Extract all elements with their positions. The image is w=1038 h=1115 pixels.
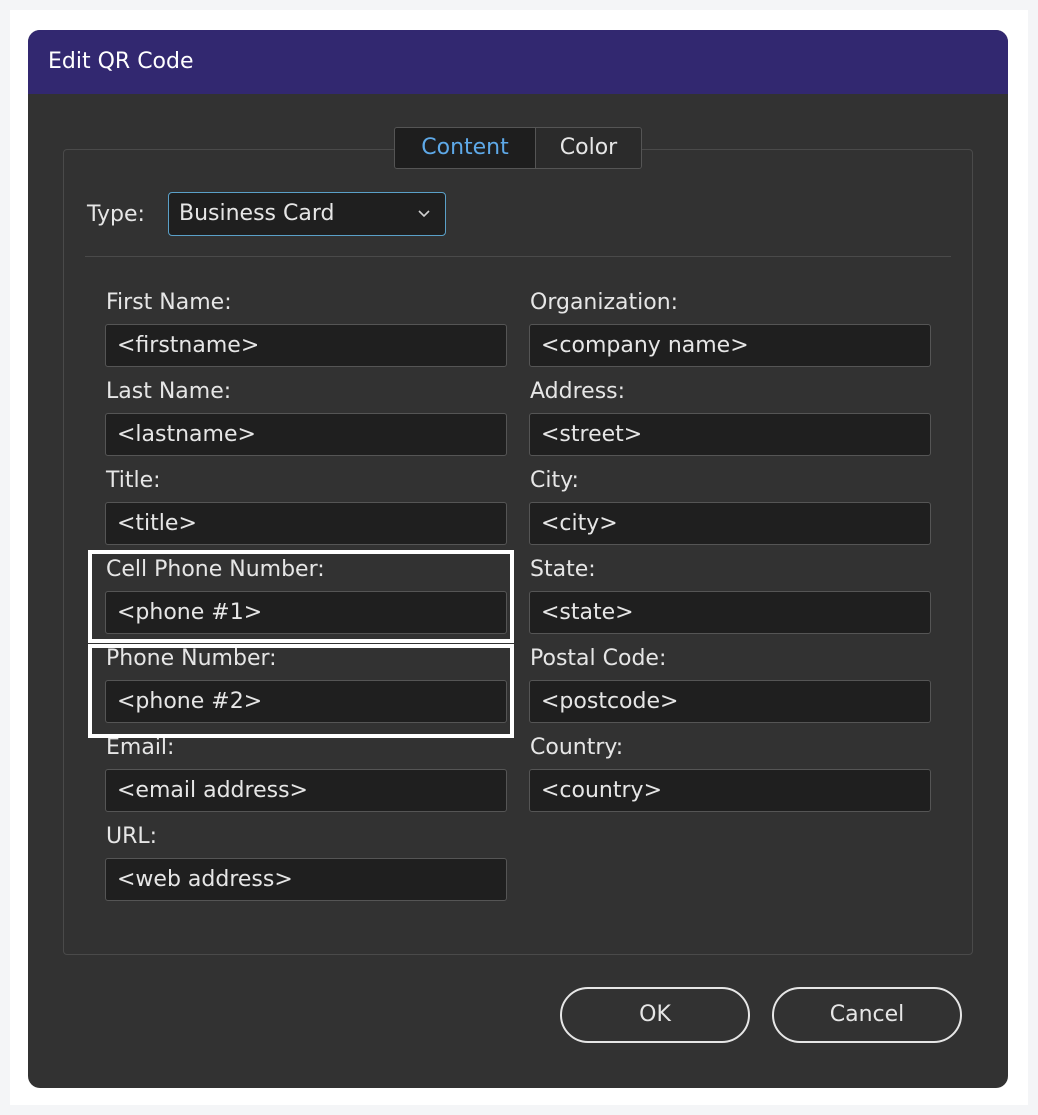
content-group-box	[63, 149, 973, 955]
phone-number-label: Phone Number:	[106, 646, 277, 671]
title-field[interactable]: <title>	[105, 502, 507, 545]
last-name-field[interactable]: <lastname>	[105, 413, 507, 456]
cell-phone-label: Cell Phone Number:	[106, 557, 325, 582]
country-label: Country:	[530, 735, 624, 760]
phone-number-field[interactable]: <phone #2>	[105, 680, 507, 723]
last-name-label: Last Name:	[106, 379, 232, 404]
title-label: Title:	[106, 468, 161, 493]
type-select[interactable]: Business Card	[168, 192, 446, 236]
type-select-value: Business Card	[179, 201, 335, 226]
city-field[interactable]: <city>	[529, 502, 931, 545]
ok-button[interactable]: OK	[560, 987, 750, 1043]
dialog-title: Edit QR Code	[28, 30, 1008, 94]
email-field[interactable]: <email address>	[105, 769, 507, 812]
postal-code-label: Postal Code:	[530, 646, 667, 671]
state-label: State:	[530, 557, 596, 582]
address-label: Address:	[530, 379, 626, 404]
cell-phone-field[interactable]: <phone #1>	[105, 591, 507, 634]
divider	[85, 256, 951, 257]
chevron-down-icon	[417, 193, 431, 251]
postal-code-field[interactable]: <postcode>	[529, 680, 931, 723]
country-field[interactable]: <country>	[529, 769, 931, 812]
url-field[interactable]: <web address>	[105, 858, 507, 901]
tab-color[interactable]: Color	[535, 128, 641, 168]
organization-label: Organization:	[530, 290, 679, 315]
type-label: Type:	[87, 202, 145, 227]
state-field[interactable]: <state>	[529, 591, 931, 634]
organization-field[interactable]: <company name>	[529, 324, 931, 367]
url-label: URL:	[106, 824, 158, 849]
address-field[interactable]: <street>	[529, 413, 931, 456]
first-name-label: First Name:	[106, 290, 232, 315]
tab-bar: Content Color	[394, 127, 642, 169]
email-label: Email:	[106, 735, 175, 760]
first-name-field[interactable]: <firstname>	[105, 324, 507, 367]
edit-qr-code-dialog: Edit QR Code Content Color Type: Busines…	[28, 30, 1008, 1088]
tab-content[interactable]: Content	[395, 128, 535, 168]
cancel-button[interactable]: Cancel	[772, 987, 962, 1043]
city-label: City:	[530, 468, 579, 493]
